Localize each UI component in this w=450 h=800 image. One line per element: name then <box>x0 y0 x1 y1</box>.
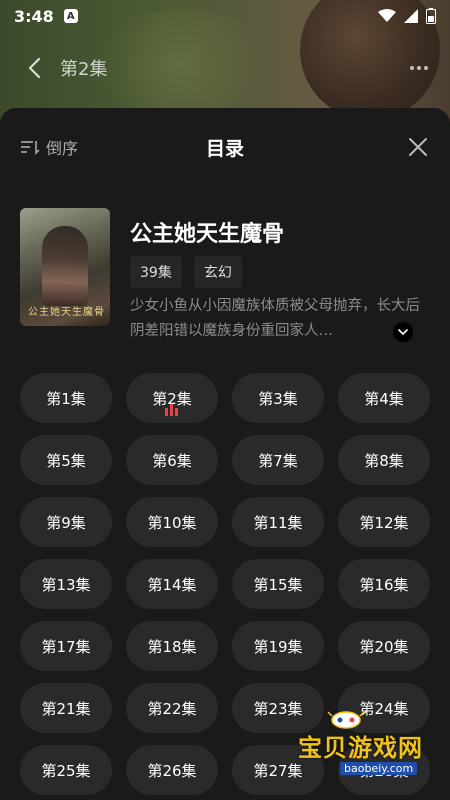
episode-label: 第26集 <box>147 761 197 780</box>
episode-button[interactable]: 第14集 <box>126 559 218 609</box>
dot-icon <box>417 66 421 70</box>
chevron-down-icon <box>398 329 408 336</box>
episode-label: 第7集 <box>258 451 298 470</box>
drama-tags: 39集 玄幻 <box>130 256 242 288</box>
watermark: 宝贝游戏网 baobeiy.com <box>290 706 450 786</box>
sort-button[interactable]: 倒序 <box>20 135 78 159</box>
drama-description: 少女小鱼从小因魔族体质被父母抛弃，长大后阴差阳错以魔族身份重回家人… <box>130 298 420 339</box>
episode-button[interactable]: 第22集 <box>126 683 218 733</box>
episode-label: 第16集 <box>359 575 409 594</box>
drama-info: 公主她天生魔骨 公主她天生魔骨 39集 玄幻 少女小鱼从小因魔族体质被父母抛弃，… <box>20 208 430 342</box>
sheet-header: 倒序 目录 <box>0 108 450 186</box>
episode-title: 第2集 <box>60 59 108 80</box>
episode-label: 第11集 <box>253 513 303 532</box>
episode-button[interactable]: 第3集 <box>232 373 324 423</box>
signal-icon <box>404 9 418 23</box>
episode-button[interactable]: 第1集 <box>20 373 112 423</box>
poster-figure <box>42 226 88 306</box>
top-nav: 第2集 <box>0 46 450 90</box>
episode-button[interactable]: 第15集 <box>232 559 324 609</box>
more-button[interactable] <box>410 66 428 70</box>
episode-label: 第25集 <box>41 761 91 780</box>
episode-button[interactable]: 第19集 <box>232 621 324 671</box>
chevron-left-icon <box>28 57 41 79</box>
episode-button[interactable]: 第8集 <box>338 435 430 485</box>
watermark-text: 宝贝游戏网 <box>298 734 423 762</box>
gamepad-icon <box>327 711 365 729</box>
episode-button[interactable]: 第5集 <box>20 435 112 485</box>
close-icon <box>409 138 427 156</box>
episode-label: 第21集 <box>41 699 91 718</box>
episode-button[interactable]: 第17集 <box>20 621 112 671</box>
sort-label: 倒序 <box>46 139 79 158</box>
episode-label: 第17集 <box>41 637 91 656</box>
episode-label: 第6集 <box>152 451 192 470</box>
playing-indicator-icon <box>165 404 178 416</box>
episode-label: 第15集 <box>253 575 303 594</box>
drama-poster[interactable]: 公主她天生魔骨 <box>20 208 110 326</box>
episode-label: 第10集 <box>147 513 197 532</box>
episode-label: 第1集 <box>46 389 86 408</box>
status-bar: 3:48 A <box>0 0 450 32</box>
sort-icon <box>21 141 40 155</box>
episode-button[interactable]: 第12集 <box>338 497 430 547</box>
poster-title: 公主她天生魔骨 <box>28 307 105 318</box>
episode-button[interactable]: 第21集 <box>20 683 112 733</box>
episode-button[interactable]: 第16集 <box>338 559 430 609</box>
battery-icon <box>426 8 436 24</box>
expand-description-button[interactable] <box>393 322 413 342</box>
close-button[interactable] <box>406 135 430 159</box>
episode-label: 第22集 <box>147 699 197 718</box>
episode-button[interactable]: 第10集 <box>126 497 218 547</box>
back-button[interactable] <box>22 56 46 80</box>
episode-button[interactable]: 第4集 <box>338 373 430 423</box>
status-time: 3:48 <box>14 6 54 26</box>
episode-button-current[interactable]: 第2集 <box>126 373 218 423</box>
episode-sheet: 倒序 目录 公主她天生魔骨 公主她天生魔骨 39集 玄幻 少女小鱼从小因魔族体质… <box>0 108 450 800</box>
episode-button[interactable]: 第25集 <box>20 745 112 795</box>
episode-button[interactable]: 第6集 <box>126 435 218 485</box>
episode-button[interactable]: 第26集 <box>126 745 218 795</box>
wifi-icon <box>378 9 396 22</box>
tag-episode-count: 39集 <box>130 256 182 288</box>
episode-button[interactable]: 第13集 <box>20 559 112 609</box>
episode-label: 第4集 <box>364 389 404 408</box>
watermark-url: baobeiy.com <box>340 762 418 775</box>
notification-icon: A <box>63 9 78 23</box>
episode-label: 第3集 <box>258 389 298 408</box>
episode-label: 第5集 <box>46 451 86 470</box>
episode-label: 第8集 <box>364 451 404 470</box>
dot-icon <box>410 66 414 70</box>
dot-icon <box>424 66 428 70</box>
tag-genre: 玄幻 <box>193 256 242 288</box>
episode-label: 第14集 <box>147 575 197 594</box>
episode-button[interactable]: 第20集 <box>338 621 430 671</box>
episode-label: 第20集 <box>359 637 409 656</box>
episode-label: 第12集 <box>359 513 409 532</box>
episode-button[interactable]: 第11集 <box>232 497 324 547</box>
episode-button[interactable]: 第9集 <box>20 497 112 547</box>
drama-title: 公主她天生魔骨 <box>130 222 285 247</box>
episode-button[interactable]: 第18集 <box>126 621 218 671</box>
episode-label: 第19集 <box>253 637 303 656</box>
episode-button[interactable]: 第7集 <box>232 435 324 485</box>
episode-label: 第9集 <box>46 513 86 532</box>
episode-label: 第18集 <box>147 637 197 656</box>
episode-label: 第13集 <box>41 575 91 594</box>
